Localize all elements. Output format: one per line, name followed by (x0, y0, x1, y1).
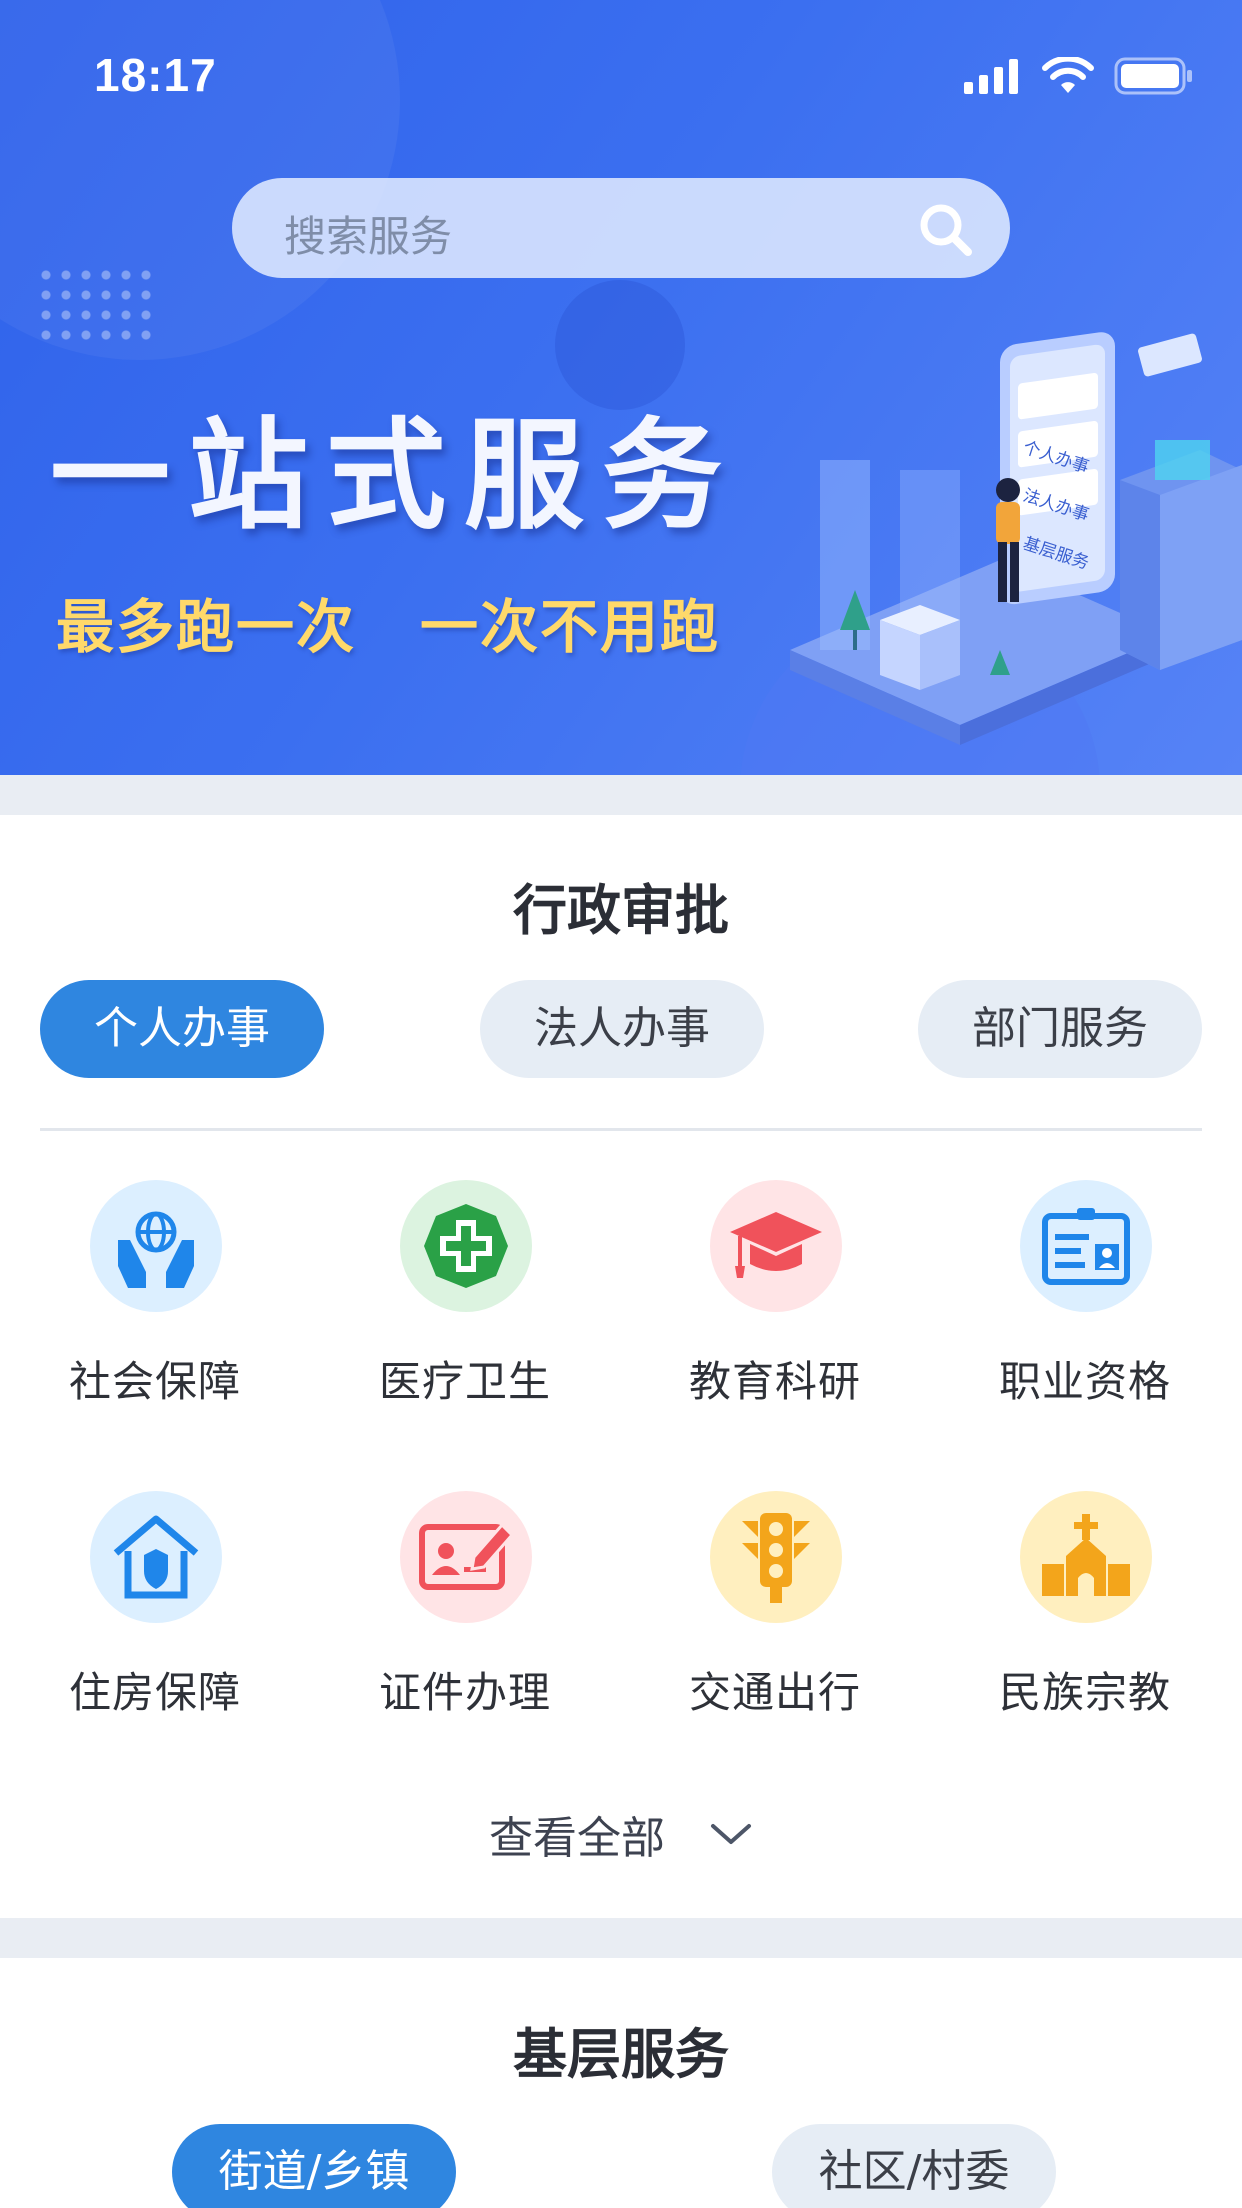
service-label: 民族宗教 (998, 1668, 1171, 1717)
section-title-grassroots: 基层服务 (513, 2023, 729, 2086)
home-screen: 18:17 搜索服务 一站式服务 最多跑一次 一次不用跑 个人办事 法人办事 基… (0, 0, 1242, 2208)
service-education[interactable]: 教育科研 (620, 1180, 930, 1440)
tab-divider (40, 1128, 1202, 1131)
banner-subline-2: 一次不用跑 (420, 593, 721, 661)
id-card-pen-icon (419, 1522, 514, 1590)
decorative-dots (36, 265, 156, 345)
education-icon-bg (710, 1180, 842, 1312)
qualification-icon-bg (1020, 1180, 1152, 1312)
view-all-link[interactable]: 查看全部 (0, 1802, 1242, 1866)
tab-street-town[interactable]: 街道/乡镇 (172, 2124, 456, 2208)
banner-subline-1: 最多跑一次 (56, 593, 357, 661)
documents-icon-bg (400, 1491, 532, 1623)
status-time: 18:17 (94, 49, 217, 101)
graduation-cap-icon (730, 1212, 822, 1278)
service-label: 职业资格 (998, 1357, 1171, 1406)
service-ethnic-religion[interactable]: 民族宗教 (930, 1491, 1240, 1751)
house-shield-icon (113, 1515, 199, 1599)
medical-cross-icon (424, 1204, 508, 1288)
status-icons (964, 56, 1194, 96)
battery-icon (1114, 57, 1192, 95)
service-label: 证件办理 (378, 1668, 551, 1717)
view-all-label: 查看全部 (489, 1813, 665, 1864)
search-placeholder: 搜索服务 (284, 212, 453, 261)
service-qualification[interactable]: 职业资格 (930, 1180, 1240, 1440)
temple-icon (1042, 1514, 1130, 1596)
tab-community-village[interactable]: 社区/村委 (772, 2124, 1056, 2208)
transport-icon-bg (710, 1491, 842, 1623)
tab-personal[interactable]: 个人办事 (40, 980, 324, 1078)
section-separator (0, 775, 1242, 815)
ethnic-religion-icon-bg (1020, 1491, 1152, 1623)
medical-icon-bg (400, 1180, 532, 1312)
traffic-light-icon (742, 1513, 810, 1603)
hero-banner[interactable]: 18:17 搜索服务 一站式服务 最多跑一次 一次不用跑 个人办事 法人办事 基… (0, 0, 1242, 775)
status-bar: 18:17 (0, 0, 1242, 150)
service-label: 住房保障 (68, 1668, 241, 1717)
id-badge-icon (1042, 1208, 1130, 1285)
wifi-icon (1042, 57, 1094, 93)
social-security-icon-bg (90, 1180, 222, 1312)
search-bar[interactable]: 搜索服务 (232, 178, 1010, 278)
section-title-approval: 行政审批 (513, 879, 729, 942)
service-social-security[interactable]: 社会保障 (0, 1180, 310, 1440)
signal-icon (964, 59, 1018, 94)
chevron-down-icon (711, 1824, 751, 1844)
service-housing[interactable]: 住房保障 (0, 1491, 310, 1751)
service-label: 教育科研 (688, 1357, 861, 1406)
service-transport[interactable]: 交通出行 (620, 1491, 930, 1751)
service-illustration: 个人办事 法人办事 基层服务 (790, 332, 1242, 745)
housing-icon-bg (90, 1491, 222, 1623)
banner-headline: 一站式服务 (50, 407, 740, 546)
hands-globe-icon (118, 1211, 194, 1288)
section-separator (0, 1918, 1242, 1958)
service-label: 医疗卫生 (378, 1357, 551, 1406)
service-label: 社会保障 (68, 1357, 241, 1406)
service-documents[interactable]: 证件办理 (310, 1491, 620, 1751)
tab-department[interactable]: 部门服务 (918, 980, 1202, 1078)
service-label: 交通出行 (688, 1668, 861, 1717)
tab-corporate[interactable]: 法人办事 (480, 980, 764, 1078)
service-medical[interactable]: 医疗卫生 (310, 1180, 620, 1440)
search-icon[interactable] (916, 200, 974, 258)
